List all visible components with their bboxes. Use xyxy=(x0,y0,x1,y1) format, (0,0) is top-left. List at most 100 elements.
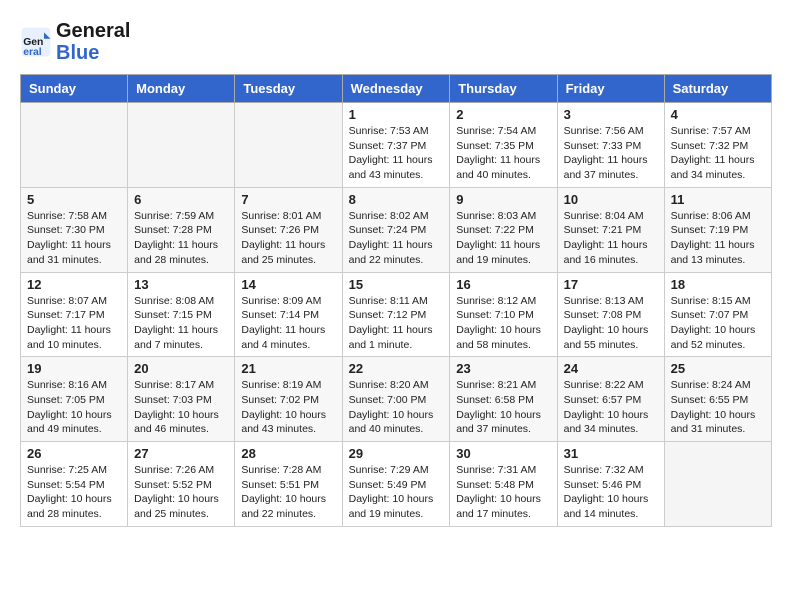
day-info: Sunrise: 7:54 AM Sunset: 7:35 PM Dayligh… xyxy=(456,124,550,183)
day-number: 26 xyxy=(27,446,121,461)
calendar-cell: 8 Sunrise: 8:02 AM Sunset: 7:24 PM Daylig… xyxy=(342,187,450,272)
day-info: Sunrise: 7:56 AM Sunset: 7:33 PM Dayligh… xyxy=(564,124,658,183)
day-info: Sunrise: 7:29 AM Sunset: 5:49 PM Dayligh… xyxy=(349,463,444,522)
day-info: Sunrise: 7:25 AM Sunset: 5:54 PM Dayligh… xyxy=(27,463,121,522)
day-number: 17 xyxy=(564,277,658,292)
day-info: Sunrise: 8:19 AM Sunset: 7:02 PM Dayligh… xyxy=(241,378,335,437)
day-info: Sunrise: 7:31 AM Sunset: 5:48 PM Dayligh… xyxy=(456,463,550,522)
weekday-header-wednesday: Wednesday xyxy=(342,75,450,103)
day-number: 23 xyxy=(456,361,550,376)
day-number: 1 xyxy=(349,107,444,122)
calendar-cell: 29 Sunrise: 7:29 AM Sunset: 5:49 PM Dayli… xyxy=(342,442,450,527)
day-info: Sunrise: 8:08 AM Sunset: 7:15 PM Dayligh… xyxy=(134,294,228,353)
calendar-cell: 26 Sunrise: 7:25 AM Sunset: 5:54 PM Dayli… xyxy=(21,442,128,527)
calendar-cell xyxy=(128,103,235,188)
calendar-cell: 11 Sunrise: 8:06 AM Sunset: 7:19 PM Dayli… xyxy=(664,187,771,272)
calendar-cell: 6 Sunrise: 7:59 AM Sunset: 7:28 PM Daylig… xyxy=(128,187,235,272)
weekday-header-saturday: Saturday xyxy=(664,75,771,103)
logo-blue: Blue xyxy=(56,42,99,64)
calendar-cell: 4 Sunrise: 7:57 AM Sunset: 7:32 PM Daylig… xyxy=(664,103,771,188)
logo-icon: Gen eral xyxy=(20,26,52,58)
day-info: Sunrise: 7:32 AM Sunset: 5:46 PM Dayligh… xyxy=(564,463,658,522)
calendar-cell: 1 Sunrise: 7:53 AM Sunset: 7:37 PM Daylig… xyxy=(342,103,450,188)
day-info: Sunrise: 8:12 AM Sunset: 7:10 PM Dayligh… xyxy=(456,294,550,353)
calendar-cell: 10 Sunrise: 8:04 AM Sunset: 7:21 PM Dayli… xyxy=(557,187,664,272)
day-number: 7 xyxy=(241,192,335,207)
day-number: 16 xyxy=(456,277,550,292)
calendar-week-3: 12 Sunrise: 8:07 AM Sunset: 7:17 PM Dayli… xyxy=(21,272,772,357)
day-number: 27 xyxy=(134,446,228,461)
calendar-week-5: 26 Sunrise: 7:25 AM Sunset: 5:54 PM Dayli… xyxy=(21,442,772,527)
calendar-cell: 7Sunrise: 8:01 AM Sunset: 7:26 PM Daylig… xyxy=(235,187,342,272)
day-info: Sunrise: 8:09 AM Sunset: 7:14 PM Dayligh… xyxy=(241,294,335,353)
day-number: 10 xyxy=(564,192,658,207)
day-number: 12 xyxy=(27,277,121,292)
weekday-header-thursday: Thursday xyxy=(450,75,557,103)
day-number: 9 xyxy=(456,192,550,207)
calendar-cell: 17 Sunrise: 8:13 AM Sunset: 7:08 PM Dayli… xyxy=(557,272,664,357)
day-number: 3 xyxy=(564,107,658,122)
day-info: Sunrise: 8:06 AM Sunset: 7:19 PM Dayligh… xyxy=(671,209,765,268)
calendar-cell: 9 Sunrise: 8:03 AM Sunset: 7:22 PM Daylig… xyxy=(450,187,557,272)
calendar-cell: 18 Sunrise: 8:15 AM Sunset: 7:07 PM Dayli… xyxy=(664,272,771,357)
page-header: Gen eral General Blue xyxy=(20,20,772,64)
day-info: Sunrise: 8:13 AM Sunset: 7:08 PM Dayligh… xyxy=(564,294,658,353)
day-info: Sunrise: 8:17 AM Sunset: 7:03 PM Dayligh… xyxy=(134,378,228,437)
day-info: Sunrise: 8:07 AM Sunset: 7:17 PM Dayligh… xyxy=(27,294,121,353)
calendar-cell: 12 Sunrise: 8:07 AM Sunset: 7:17 PM Dayli… xyxy=(21,272,128,357)
calendar-week-1: 1 Sunrise: 7:53 AM Sunset: 7:37 PM Daylig… xyxy=(21,103,772,188)
day-number: 5 xyxy=(27,192,121,207)
day-info: Sunrise: 8:02 AM Sunset: 7:24 PM Dayligh… xyxy=(349,209,444,268)
day-info: Sunrise: 8:20 AM Sunset: 7:00 PM Dayligh… xyxy=(349,378,444,437)
calendar-cell xyxy=(664,442,771,527)
day-info: Sunrise: 7:59 AM Sunset: 7:28 PM Dayligh… xyxy=(134,209,228,268)
calendar-cell xyxy=(21,103,128,188)
day-number: 18 xyxy=(671,277,765,292)
day-info: Sunrise: 8:24 AM Sunset: 6:55 PM Dayligh… xyxy=(671,378,765,437)
calendar-header-row: SundayMondayTuesdayWednesdayThursdayFrid… xyxy=(21,75,772,103)
day-info: Sunrise: 8:11 AM Sunset: 7:12 PM Dayligh… xyxy=(349,294,444,353)
day-info: Sunrise: 8:03 AM Sunset: 7:22 PM Dayligh… xyxy=(456,209,550,268)
day-number: 4 xyxy=(671,107,765,122)
day-number: 6 xyxy=(134,192,228,207)
calendar-cell: 3 Sunrise: 7:56 AM Sunset: 7:33 PM Daylig… xyxy=(557,103,664,188)
day-number: 30 xyxy=(456,446,550,461)
day-info: Sunrise: 7:28 AM Sunset: 5:51 PM Dayligh… xyxy=(241,463,335,522)
calendar-cell: 20 Sunrise: 8:17 AM Sunset: 7:03 PM Dayli… xyxy=(128,357,235,442)
day-info: Sunrise: 7:57 AM Sunset: 7:32 PM Dayligh… xyxy=(671,124,765,183)
day-number: 29 xyxy=(349,446,444,461)
day-number: 24 xyxy=(564,361,658,376)
day-number: 2 xyxy=(456,107,550,122)
calendar-table: SundayMondayTuesdayWednesdayThursdayFrid… xyxy=(20,74,772,527)
weekday-header-monday: Monday xyxy=(128,75,235,103)
day-info: Sunrise: 7:53 AM Sunset: 7:37 PM Dayligh… xyxy=(349,124,444,183)
day-info: Sunrise: 7:58 AM Sunset: 7:30 PM Dayligh… xyxy=(27,209,121,268)
logo-general: General xyxy=(56,20,130,42)
day-info: Sunrise: 8:15 AM Sunset: 7:07 PM Dayligh… xyxy=(671,294,765,353)
calendar-cell: 16 Sunrise: 8:12 AM Sunset: 7:10 PM Dayli… xyxy=(450,272,557,357)
calendar-cell: 14 Sunrise: 8:09 AM Sunset: 7:14 PM Dayli… xyxy=(235,272,342,357)
calendar-week-4: 19Sunrise: 8:16 AM Sunset: 7:05 PM Dayli… xyxy=(21,357,772,442)
day-number: 11 xyxy=(671,192,765,207)
logo: Gen eral General Blue xyxy=(20,20,130,64)
calendar-cell: 5 Sunrise: 7:58 AM Sunset: 7:30 PM Daylig… xyxy=(21,187,128,272)
calendar-cell: 15 Sunrise: 8:11 AM Sunset: 7:12 PM Dayli… xyxy=(342,272,450,357)
day-number: 25 xyxy=(671,361,765,376)
day-info: Sunrise: 8:21 AM Sunset: 6:58 PM Dayligh… xyxy=(456,378,550,437)
calendar-cell xyxy=(235,103,342,188)
day-number: 14 xyxy=(241,277,335,292)
day-number: 31 xyxy=(564,446,658,461)
calendar-cell: 21Sunrise: 8:19 AM Sunset: 7:02 PM Dayli… xyxy=(235,357,342,442)
day-number: 28 xyxy=(241,446,335,461)
calendar-cell: 31 Sunrise: 7:32 AM Sunset: 5:46 PM Dayli… xyxy=(557,442,664,527)
calendar-cell: 22 Sunrise: 8:20 AM Sunset: 7:00 PM Dayli… xyxy=(342,357,450,442)
day-info: Sunrise: 8:04 AM Sunset: 7:21 PM Dayligh… xyxy=(564,209,658,268)
day-number: 22 xyxy=(349,361,444,376)
weekday-header-sunday: Sunday xyxy=(21,75,128,103)
day-number: 15 xyxy=(349,277,444,292)
day-number: 20 xyxy=(134,361,228,376)
weekday-header-tuesday: Tuesday xyxy=(235,75,342,103)
day-number: 8 xyxy=(349,192,444,207)
calendar-cell: 27Sunrise: 7:26 AM Sunset: 5:52 PM Dayli… xyxy=(128,442,235,527)
svg-text:eral: eral xyxy=(23,47,42,58)
